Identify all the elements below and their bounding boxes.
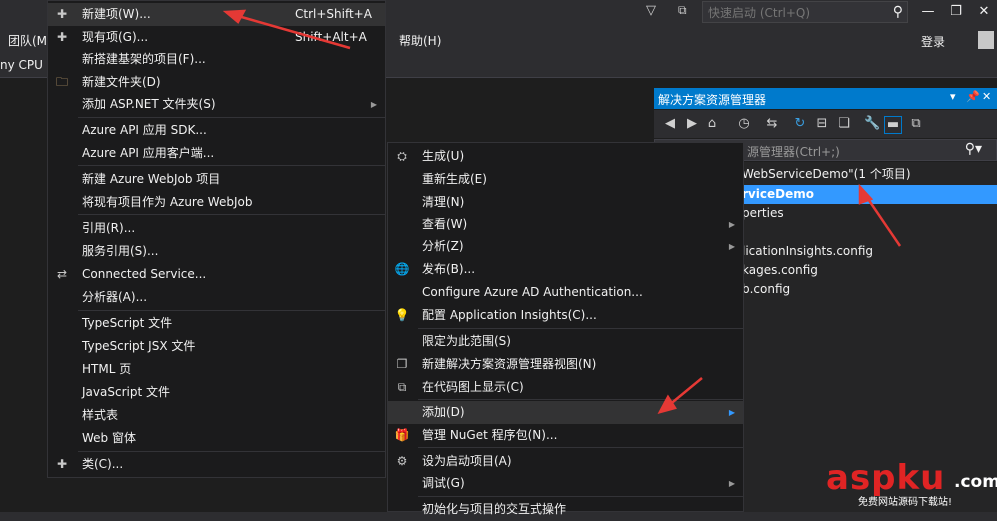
arrow-head <box>858 183 874 205</box>
arrow-head <box>222 9 247 24</box>
watermark-brand: aspku <box>826 458 946 498</box>
annotation-arrows <box>222 9 902 414</box>
arrow-to-new-item <box>237 14 351 50</box>
watermark-tagline: 免费网站源码下载站! <box>858 497 953 508</box>
watermark-tld: .com <box>954 472 997 492</box>
arrow-to-project <box>864 195 902 247</box>
arrow-to-add <box>667 377 703 407</box>
watermark-logo: aspku .com 免费网站源码下载站! <box>826 458 997 508</box>
arrow-head <box>657 394 677 414</box>
